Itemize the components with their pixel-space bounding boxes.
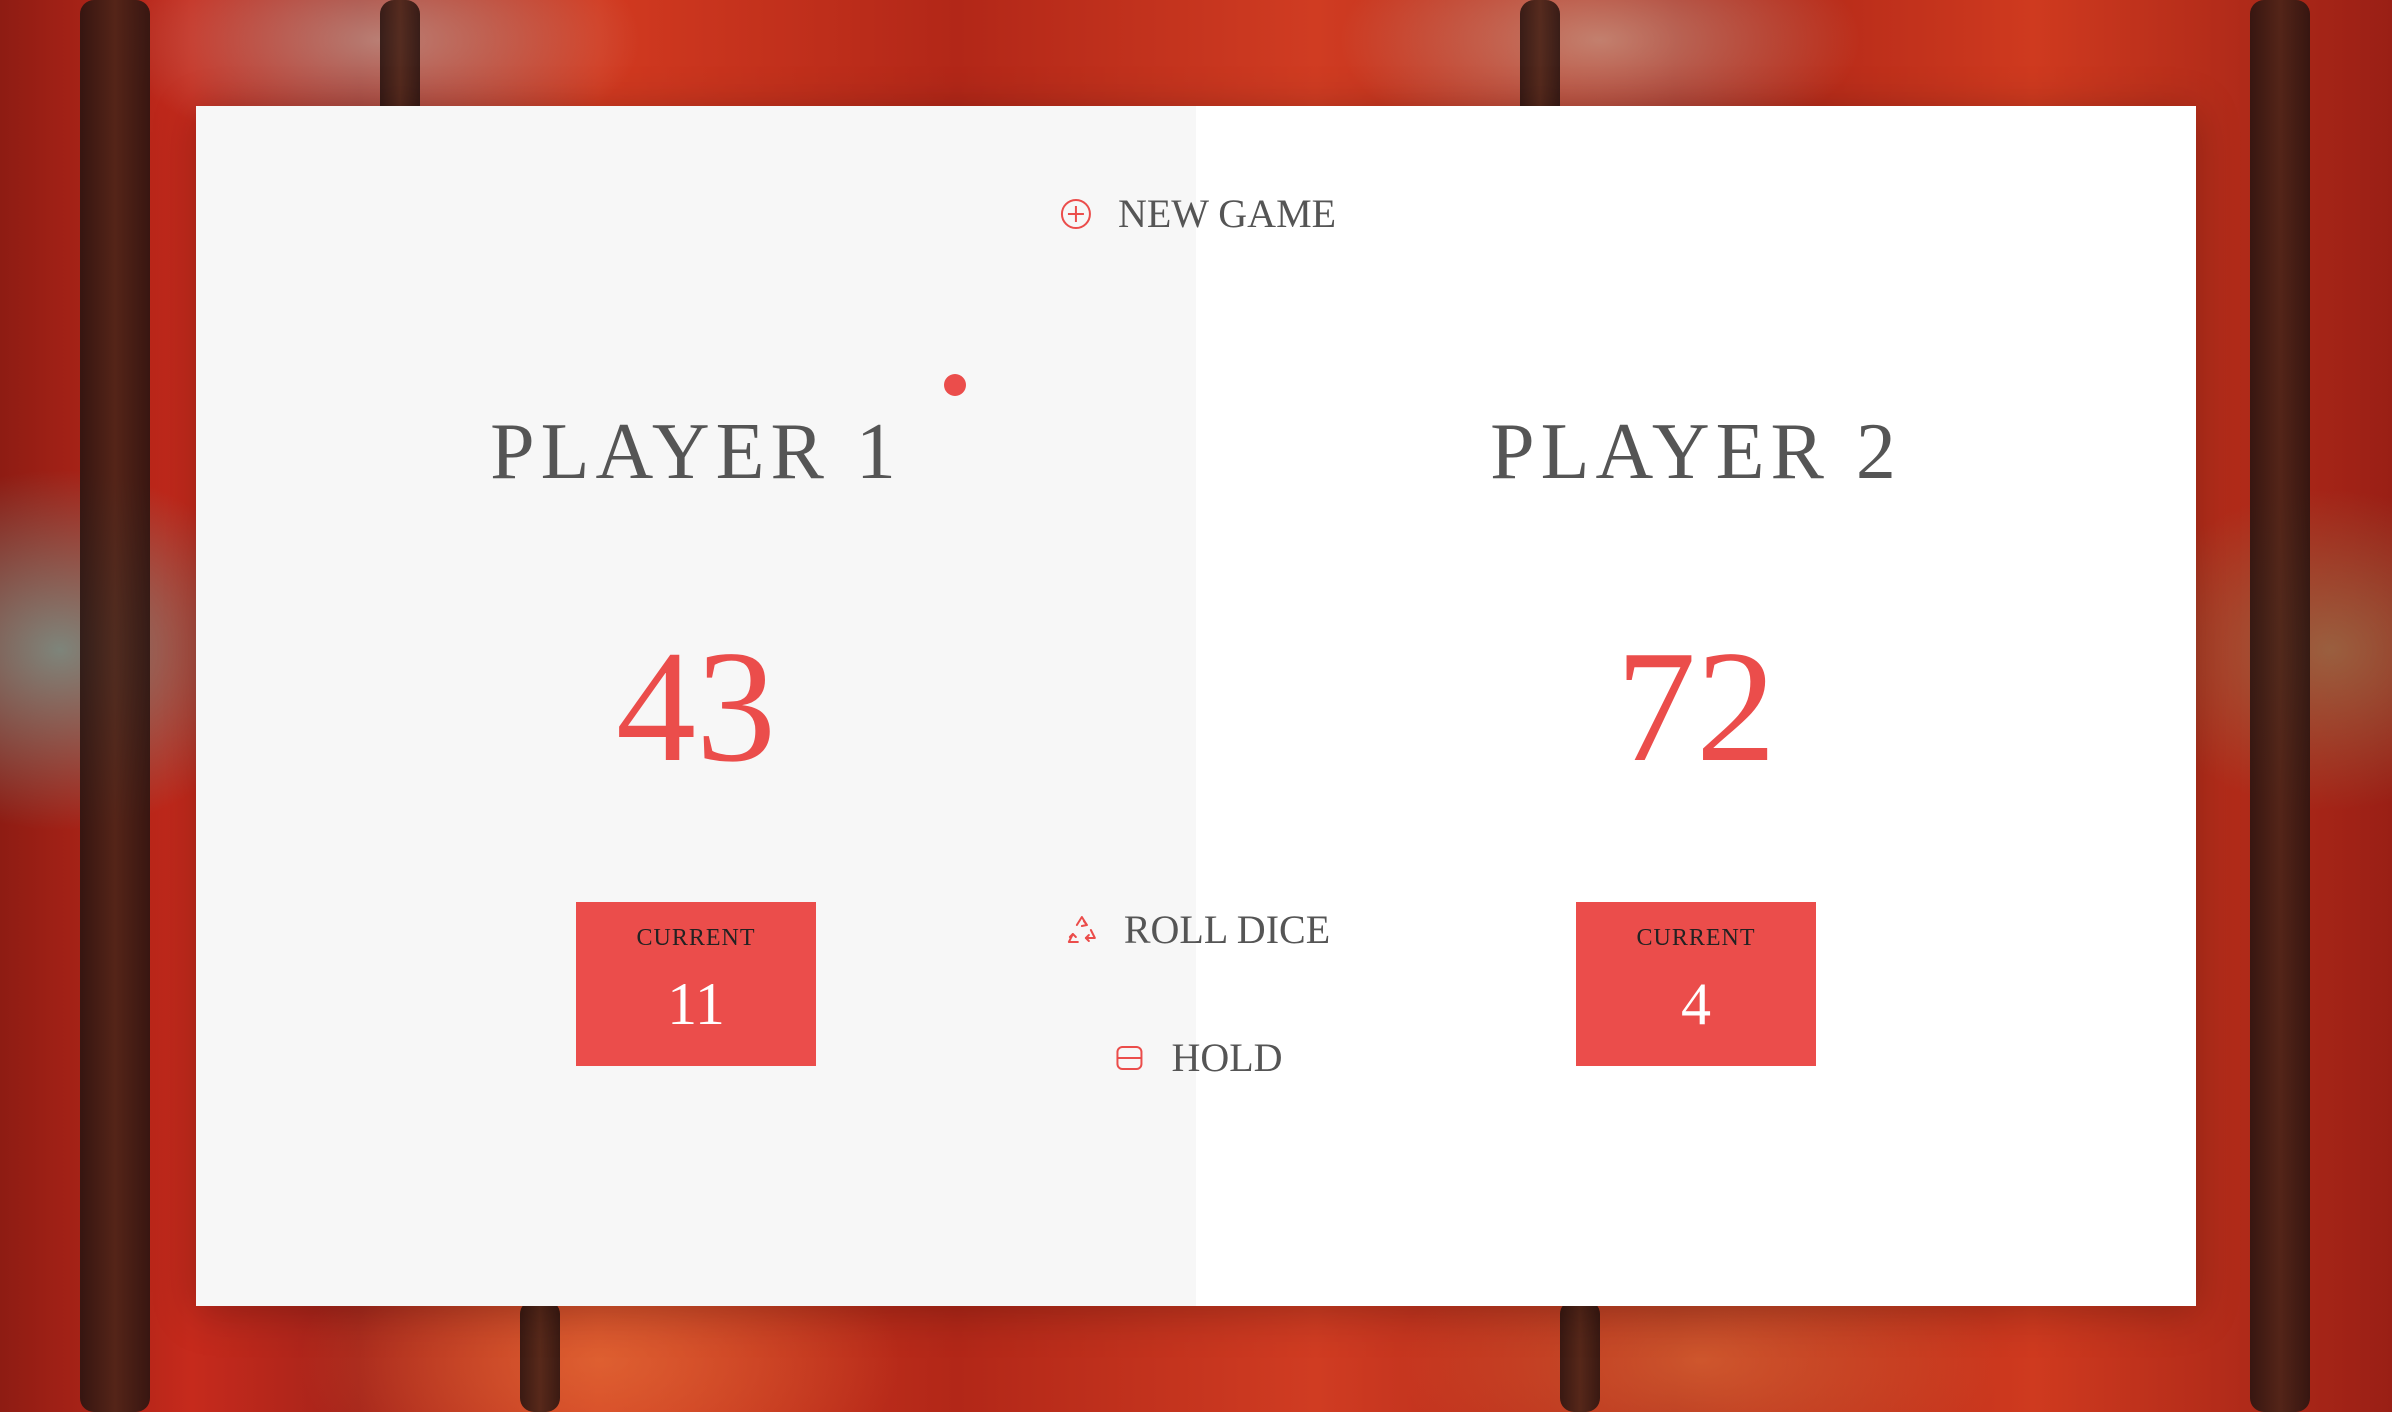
active-player-indicator: [944, 374, 966, 396]
player-1-name: PLAYER 1: [490, 408, 902, 497]
player-1-total-score: 43: [616, 617, 776, 795]
player-1-panel: PLAYER 1 43 CURRENT 11: [196, 106, 1196, 1306]
player-1-current-score: 11: [667, 971, 725, 1037]
plus-circle-icon: [1056, 194, 1096, 234]
roll-dice-button[interactable]: ROLL DICE: [1062, 906, 1330, 953]
player-2-current-label: CURRENT: [1636, 925, 1756, 951]
tree-trunk: [1560, 1300, 1600, 1412]
player-2-current-box: CURRENT 4: [1576, 902, 1816, 1066]
player-2-panel: PLAYER 2 72 CURRENT 4: [1196, 106, 2196, 1306]
hold-button[interactable]: HOLD: [1109, 1034, 1283, 1081]
player-1-current-box: CURRENT 11: [576, 902, 816, 1066]
roll-dice-label: ROLL DICE: [1123, 907, 1331, 952]
new-game-label: NEW GAME: [1117, 191, 1337, 236]
tree-trunk: [80, 0, 150, 1412]
game-board: PLAYER 1 43 CURRENT 11 PLAYER 2 72 CURRE…: [196, 106, 2196, 1306]
recycle-icon: [1062, 910, 1102, 950]
download-tray-icon: [1109, 1038, 1149, 1078]
player-2-name: PLAYER 2: [1490, 408, 1902, 497]
player-2-current-score: 4: [1681, 971, 1711, 1037]
player-2-total-score: 72: [1616, 617, 1776, 795]
player-1-current-label: CURRENT: [636, 925, 756, 951]
new-game-button[interactable]: NEW GAME: [1056, 190, 1336, 237]
tree-trunk: [520, 1300, 560, 1412]
tree-trunk: [2250, 0, 2310, 1412]
hold-label: HOLD: [1171, 1035, 1283, 1080]
